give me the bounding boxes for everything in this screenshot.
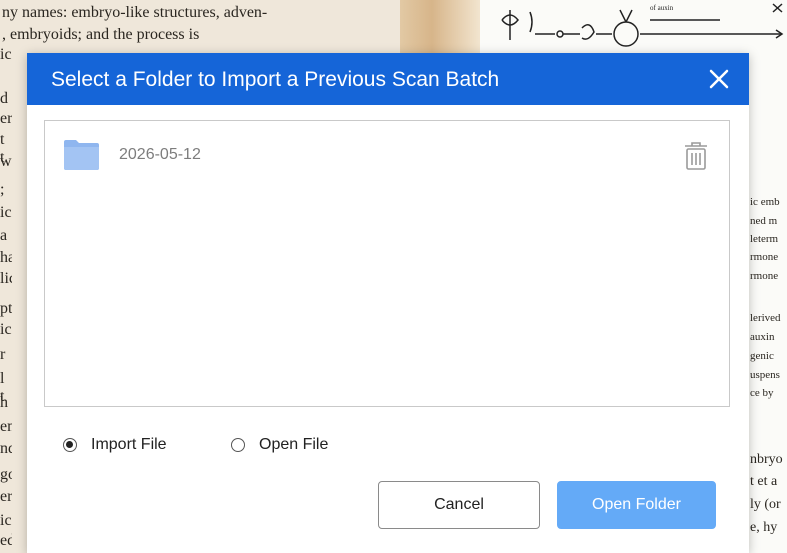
screen: ny names: embryo-like structures, adven-… bbox=[0, 0, 787, 553]
background-side-char: er bbox=[0, 110, 12, 127]
folder-icon bbox=[64, 140, 99, 170]
background-right-line: ic emb bbox=[750, 196, 780, 208]
background-side-char: ed bbox=[0, 532, 12, 549]
cancel-button[interactable]: Cancel bbox=[378, 481, 540, 529]
trash-icon bbox=[685, 142, 707, 170]
open-file-radio[interactable] bbox=[231, 438, 245, 452]
background-side-char: ic bbox=[0, 321, 12, 338]
background-right-line: ce by bbox=[750, 387, 774, 399]
background-right-line: lerived bbox=[750, 312, 781, 324]
background-right-line: leterm bbox=[750, 233, 779, 245]
background-side-char: ha bbox=[0, 249, 12, 266]
close-button[interactable] bbox=[703, 63, 735, 95]
background-right-line: ly (or bbox=[750, 497, 781, 512]
open-file-label: Open File bbox=[259, 436, 329, 453]
background-right-line: uspens bbox=[750, 369, 780, 381]
background-side-char: pt bbox=[0, 300, 12, 317]
background-side-char: ic bbox=[0, 204, 12, 221]
background-side-char: h bbox=[0, 394, 8, 411]
background-right-line: rmone bbox=[750, 251, 779, 263]
dialog-title: Select a Folder to Import a Previous Sca… bbox=[51, 68, 500, 91]
close-icon bbox=[709, 69, 729, 89]
background-side-char: ic bbox=[0, 46, 12, 63]
background-right-line: nbryo bbox=[750, 452, 783, 467]
folder-name: 2026-05-12 bbox=[119, 146, 201, 163]
background-right-line: e, hy bbox=[750, 520, 778, 535]
background-right-line: genic bbox=[750, 350, 774, 362]
import-file-radio[interactable] bbox=[63, 438, 77, 452]
background-side-char: r bbox=[0, 346, 6, 363]
background-side-char: en bbox=[0, 418, 12, 435]
open-file-option[interactable]: Open File bbox=[231, 436, 328, 454]
background-right-line: auxin bbox=[750, 331, 775, 343]
folder-list-item[interactable]: 2026-05-12 bbox=[45, 121, 729, 189]
background-side-char: a bbox=[0, 227, 8, 244]
background-text-line: , embryoids; and the process is bbox=[2, 26, 200, 43]
import-file-label: Import File bbox=[91, 436, 167, 453]
folder-list: 2026-05-12 bbox=[44, 120, 730, 407]
background-side-char: d bbox=[0, 90, 8, 107]
delete-folder-button[interactable] bbox=[682, 140, 710, 172]
background-right-line: rmone bbox=[750, 270, 779, 282]
background-side-char: lic bbox=[0, 270, 12, 287]
dialog-header: Select a Folder to Import a Previous Sca… bbox=[27, 53, 749, 105]
diagram-label: of auxin bbox=[650, 4, 674, 12]
background-side-char: er bbox=[0, 488, 12, 505]
background-book-spine bbox=[400, 0, 480, 60]
import-file-option[interactable]: Import File bbox=[63, 436, 167, 454]
background-side-char: ic bbox=[0, 512, 12, 529]
background-diagram: of auxin bbox=[501, 3, 784, 47]
background-side-char: w bbox=[0, 153, 12, 170]
background-right-line: t et a bbox=[750, 474, 778, 489]
import-scan-dialog: Select a Folder to Import a Previous Sca… bbox=[27, 53, 749, 553]
background-right-line: ned m bbox=[750, 215, 778, 227]
background-side-char: ; bbox=[0, 181, 5, 198]
background-side-char: go bbox=[0, 466, 12, 483]
open-folder-button[interactable]: Open Folder bbox=[557, 481, 716, 529]
background-side-char: nd bbox=[0, 440, 12, 457]
background-text-line: ny names: embryo-like structures, adven- bbox=[2, 4, 268, 21]
